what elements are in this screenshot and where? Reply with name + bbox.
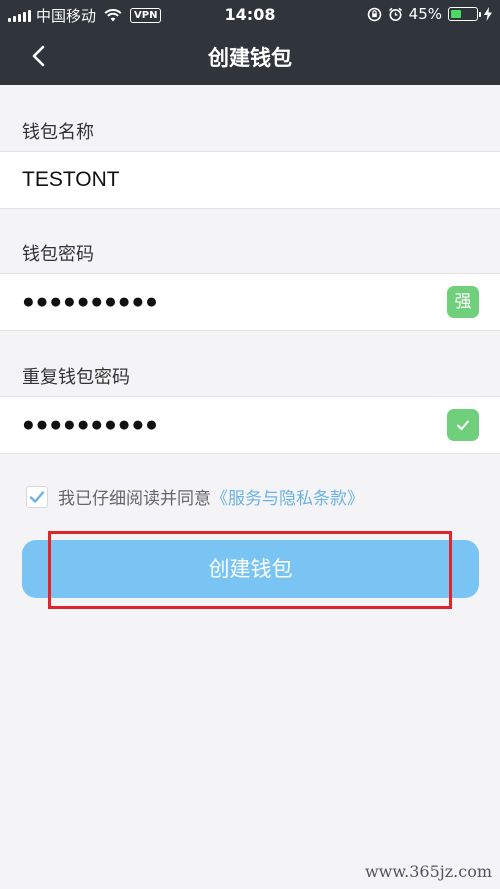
repeat-password-field[interactable]: ●●●●●●●●●● (0, 396, 500, 454)
watermark: www.365jz.com (364, 862, 492, 881)
wallet-name-field[interactable] (0, 151, 500, 209)
agreement-text: 我已仔细阅读并同意 (58, 489, 211, 509)
battery-icon (448, 7, 481, 21)
charging-icon (484, 7, 492, 21)
agreement-row: 我已仔细阅读并同意 《服务与隐私条款》 (26, 484, 364, 509)
match-check-badge (447, 409, 479, 441)
wallet-name-input[interactable] (22, 152, 422, 208)
wallet-name-label: 钱包名称 (22, 122, 94, 143)
agreement-checkbox[interactable] (26, 485, 48, 508)
create-wallet-button[interactable]: 创建钱包 (22, 540, 479, 598)
strength-badge: 强 (447, 286, 479, 318)
repeat-password-label: 重复钱包密码 (22, 367, 130, 388)
page-title: 创建钱包 (208, 46, 292, 70)
top-bar: 中国移动 VPN 14:08 45% 创建钱包 (0, 0, 500, 85)
check-icon (457, 420, 469, 430)
battery-fill (450, 9, 462, 18)
password-input[interactable]: ●●●●●●●●●● (22, 274, 422, 330)
repeat-password-input[interactable]: ●●●●●●●●●● (22, 397, 422, 453)
nav-header: 创建钱包 (0, 28, 500, 85)
terms-link[interactable]: 《服务与隐私条款》 (211, 484, 364, 509)
check-icon (29, 490, 45, 503)
alarm-icon (388, 7, 402, 21)
password-label: 钱包密码 (22, 244, 94, 265)
status-bar: 中国移动 VPN 14:08 45% (0, 0, 500, 28)
battery-percent: 45% (408, 5, 442, 23)
rotation-lock-icon (367, 7, 381, 21)
password-field[interactable]: ●●●●●●●●●● 强 (0, 273, 500, 331)
